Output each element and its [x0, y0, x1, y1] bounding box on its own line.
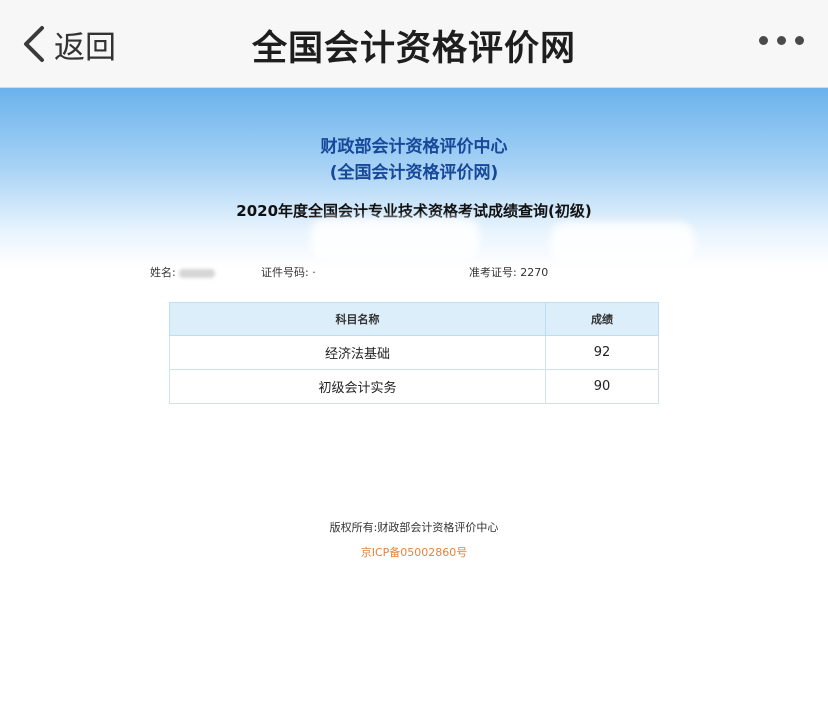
- candidate-id: 证件号码: ·: [261, 264, 316, 280]
- score-table: 科目名称 成绩 经济法基础 92 初级会计实务 90: [168, 302, 659, 404]
- table-row: 经济法基础 92: [168, 335, 659, 370]
- icp-license-link[interactable]: 京ICP备05002860号: [0, 544, 828, 560]
- id-label: 证件号码:: [261, 266, 309, 279]
- column-header-score: 成绩: [545, 302, 659, 336]
- score-cell: 92: [545, 335, 659, 370]
- more-options-button[interactable]: [759, 36, 804, 45]
- table-row: 初级会计实务 90: [168, 369, 659, 404]
- ticket-value: 2270: [520, 266, 549, 279]
- table-header-row: 科目名称 成绩: [168, 302, 659, 336]
- copyright-text: 版权所有:财政部会计资格评价中心: [329, 521, 499, 534]
- redaction-blur: [310, 218, 480, 260]
- more-dot-icon: [777, 36, 786, 45]
- id-value: ·: [312, 266, 316, 279]
- center-name: 财政部会计资格评价中心: [320, 137, 508, 157]
- score-cell: 90: [545, 369, 659, 404]
- name-redacted: [179, 268, 216, 278]
- candidate-name: 姓名:: [150, 264, 216, 280]
- column-header-subject: 科目名称: [168, 302, 547, 336]
- more-dot-icon: [795, 36, 804, 45]
- ticket-label: 准考证号:: [469, 266, 517, 279]
- page-title: 全国会计资格评价网: [251, 29, 576, 69]
- subject-cell: 经济法基础: [168, 335, 547, 370]
- subject-cell: 初级会计实务: [168, 369, 547, 404]
- candidate-ticket: 准考证号: 2270: [469, 264, 548, 280]
- name-label: 姓名:: [150, 266, 176, 279]
- center-subtitle: (全国会计资格评价网): [329, 163, 499, 183]
- redaction-blur: [550, 222, 695, 264]
- navigation-bar: 返回 全国会计资格评价网: [0, 0, 828, 88]
- more-dot-icon: [759, 36, 768, 45]
